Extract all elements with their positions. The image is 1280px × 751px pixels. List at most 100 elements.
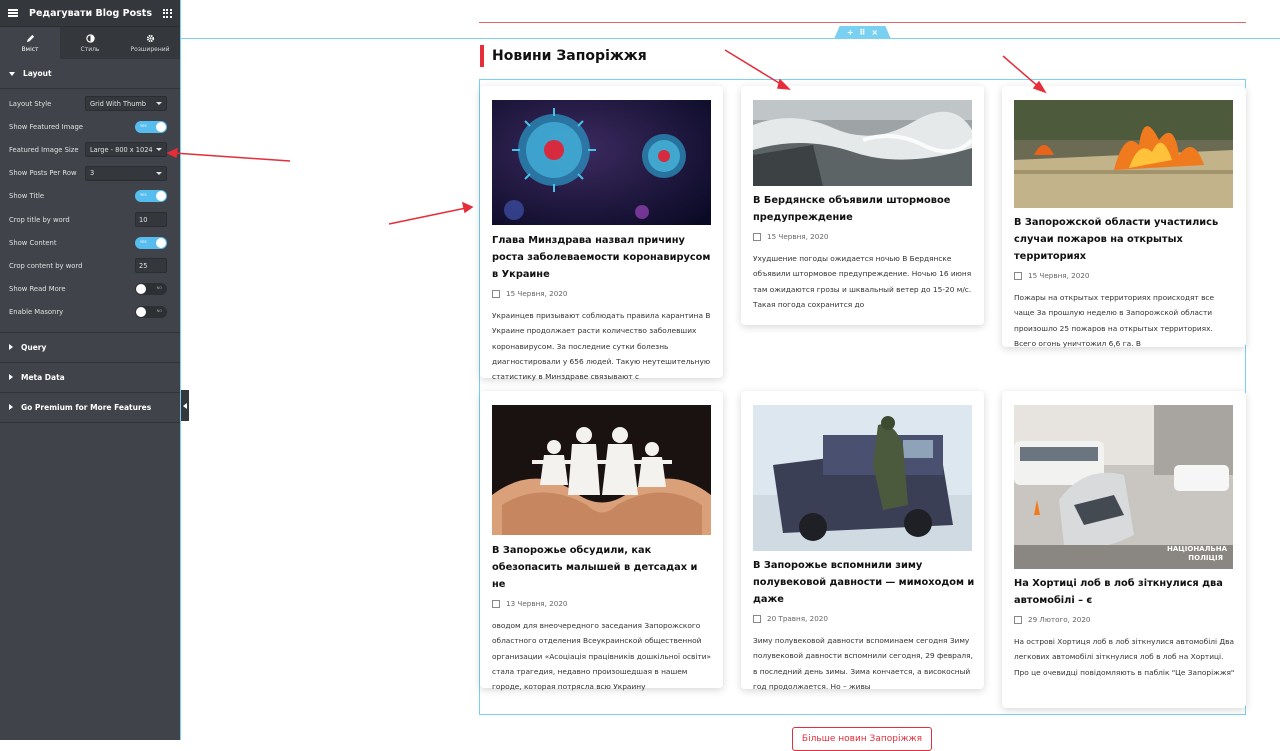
page-title: Новини Запоріжжя [492, 48, 647, 64]
tab-advanced[interactable]: Розширений [120, 27, 180, 59]
coronavirus-image[interactable] [492, 100, 711, 225]
featured-image-size-select[interactable]: Large - 800 x 1024 [85, 142, 167, 158]
caret-right-icon [9, 374, 13, 381]
show-title-toggle[interactable]: YES [135, 190, 167, 203]
show-featured-image-toggle[interactable]: YES [135, 120, 167, 133]
panel-header: Редагувати Blog Posts [0, 0, 180, 27]
post-excerpt: Ухудшение погоды ожидается ночью В Бердя… [753, 254, 972, 309]
storm-sea-image[interactable] [753, 100, 972, 186]
enable-masonry-toggle[interactable]: NO [135, 306, 167, 319]
section-title: Meta Data [21, 372, 65, 382]
section-heading: Новини Запоріжжя [480, 45, 647, 67]
control-show-title: Show Title YES [0, 185, 180, 208]
section-outline [181, 38, 1280, 39]
control-featured-image-size: Featured Image Size Large - 800 x 1024 [0, 138, 180, 161]
date-text: 29 Лютого, 2020 [1028, 615, 1091, 624]
post-date: 29 Лютого, 2020 [1014, 615, 1236, 624]
tab-style[interactable]: Стиль [60, 27, 120, 59]
control-label: Crop content by word [9, 261, 83, 270]
post-title[interactable]: В Бердянске объявили штормовое предупреж… [753, 192, 975, 226]
menu-icon[interactable] [8, 9, 18, 17]
post-date: 15 Червня, 2020 [753, 232, 975, 241]
crop-title-input[interactable]: 10 [135, 212, 167, 228]
post-title[interactable]: В Запорожской области участились случаи … [1014, 214, 1236, 265]
grass-fire-image[interactable] [1014, 100, 1233, 208]
panel-tabs: Вміст Стиль Розширений [0, 27, 180, 59]
section-layout[interactable]: Layout [0, 59, 180, 89]
calendar-icon [1014, 615, 1022, 624]
post-card[interactable]: НАЦІОНАЛЬНА ПОЛІЦІЯ На Хортиці лоб в лоб… [1002, 391, 1246, 708]
select-value: Grid With Thumb [90, 99, 146, 108]
section-meta-data[interactable]: Meta Data [0, 362, 180, 393]
post-date: 15 Червня, 2020 [1014, 271, 1236, 280]
control-show-content: Show Content YES [0, 231, 180, 254]
post-excerpt: Пожары на открытых территориях происходя… [1014, 293, 1215, 348]
widgets-grid-icon[interactable] [162, 8, 172, 18]
post-excerpt: Зиму полувековой давности вспоминаем сег… [753, 636, 973, 691]
preview-canvas: + ⠿ × Новини Запоріжжя Глава Минздрава н… [180, 0, 1280, 751]
caret-right-icon [9, 344, 13, 351]
control-label: Enable Masonry [9, 308, 64, 317]
post-card[interactable]: Глава Минздрава назвал причину роста заб… [480, 86, 723, 381]
control-label: Layout Style [9, 99, 52, 108]
section-query[interactable]: Query [0, 332, 180, 363]
post-card-body: На Хортиці лоб в лоб зіткнулися два авто… [1014, 575, 1236, 680]
pencil-icon [26, 34, 34, 42]
posts-per-row-select[interactable]: 3 [85, 165, 167, 181]
section-go-premium[interactable]: Go Premium for More Features [0, 392, 180, 423]
post-title[interactable]: В Запорожье обсудили, как обезопасить ма… [492, 542, 714, 593]
caret-right-icon [9, 404, 13, 411]
post-card-body: Глава Минздрава назвал причину роста заб… [492, 232, 714, 384]
toggle-state: NO [156, 309, 162, 314]
post-card[interactable]: В Бердянске объявили штормовое предупреж… [741, 86, 984, 325]
car-crash-image[interactable]: НАЦІОНАЛЬНА ПОЛІЦІЯ [1014, 405, 1233, 569]
control-label: Show Featured Image [9, 122, 83, 131]
section-handle[interactable]: + ⠿ × [834, 26, 891, 39]
control-crop-title: Crop title by word 10 [0, 208, 180, 231]
gear-icon [146, 34, 154, 42]
chevron-down-icon [156, 171, 162, 175]
post-card-body: В Запорожье вспомнили зиму полувековой д… [753, 557, 975, 694]
post-date: 13 Червня, 2020 [492, 599, 714, 608]
post-title[interactable]: В Запорожье вспомнили зиму полувековой д… [753, 557, 975, 608]
post-title[interactable]: Глава Минздрава назвал причину роста заб… [492, 232, 714, 283]
crop-content-input[interactable]: 25 [135, 258, 167, 274]
show-content-toggle[interactable]: YES [135, 236, 167, 249]
control-label: Show Read More [9, 285, 66, 294]
show-read-more-toggle[interactable]: NO [135, 283, 167, 296]
more-news-button[interactable]: Більше новин Запоріжжя [792, 727, 932, 751]
date-text: 13 Червня, 2020 [506, 599, 568, 608]
post-excerpt: оводом для внеочередного заседания Запор… [492, 621, 712, 692]
divider [479, 22, 1246, 23]
date-text: 20 Травня, 2020 [767, 614, 828, 623]
tab-content[interactable]: Вміст [0, 27, 60, 59]
layout-style-select[interactable]: Grid With Thumb [85, 96, 167, 112]
layout-controls: Layout Style Grid With Thumb Show Featur… [0, 89, 180, 333]
drag-handle-icon[interactable]: ⠿ [859, 28, 865, 37]
post-excerpt: Украинцев призывают соблюдать правила ка… [492, 311, 711, 382]
calendar-icon [1014, 271, 1022, 280]
calendar-icon [753, 232, 761, 241]
tab-label: Вміст [21, 45, 39, 53]
post-card[interactable]: В Запорожье обсудили, как обезопасить ма… [480, 391, 723, 691]
tab-label: Стиль [80, 45, 100, 53]
chevron-down-icon [156, 148, 162, 152]
military-vehicle-snow-image[interactable] [753, 405, 972, 551]
post-card[interactable]: В Запорожье вспомнили зиму полувековой д… [741, 391, 984, 691]
tab-label: Розширений [130, 45, 170, 53]
control-label: Show Title [9, 192, 45, 201]
add-icon[interactable]: + [847, 28, 854, 37]
post-title[interactable]: На Хортиці лоб в лоб зіткнулися два авто… [1014, 575, 1236, 609]
control-show-featured-image: Show Featured Image YES [0, 115, 180, 138]
select-value: Large - 800 x 1024 [90, 145, 153, 154]
calendar-icon [753, 614, 761, 623]
post-card[interactable]: В Запорожской области участились случаи … [1002, 86, 1246, 348]
section-title: Query [21, 342, 47, 352]
control-label: Crop title by word [9, 215, 70, 224]
toggle-state: YES [140, 193, 147, 198]
close-icon[interactable]: × [871, 28, 878, 37]
control-label: Featured Image Size [9, 145, 79, 154]
paper-family-hands-image[interactable] [492, 405, 711, 535]
post-date: 15 Червня, 2020 [492, 289, 714, 298]
toggle-state: YES [140, 239, 147, 244]
